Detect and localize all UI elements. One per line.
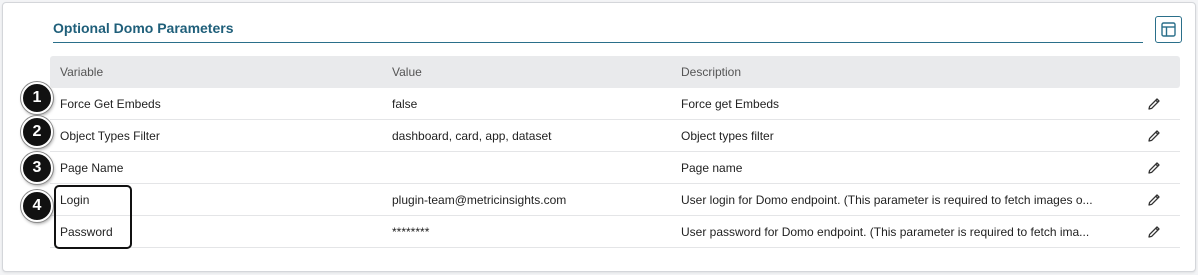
- pencil-icon[interactable]: [1146, 128, 1162, 144]
- step-badge-4: 4: [21, 190, 53, 222]
- variable-cell: Page Name: [60, 161, 124, 175]
- column-header-variable: Variable: [60, 65, 104, 79]
- pencil-icon[interactable]: [1146, 96, 1162, 112]
- value-cell: plugin-team@metricinsights.com: [392, 193, 567, 207]
- parameters-table: Variable Value Description Force Get Emb…: [50, 56, 1180, 248]
- variable-cell: Force Get Embeds: [60, 97, 161, 111]
- description-cell: User password for Domo endpoint. (This p…: [681, 225, 1090, 239]
- variable-cell: Object Types Filter: [60, 129, 160, 143]
- value-cell: false: [392, 97, 418, 111]
- section-title-text: Optional Domo Parameters: [53, 20, 234, 36]
- table-row: Object Types Filter dashboard, card, app…: [50, 120, 1180, 152]
- step-badge-1: 1: [21, 82, 53, 114]
- layout-toggle-button[interactable]: [1155, 16, 1182, 43]
- description-cell: User login for Domo endpoint. (This para…: [681, 193, 1093, 207]
- table-row: Force Get Embeds false Force get Embeds: [50, 88, 1180, 120]
- pencil-icon[interactable]: [1146, 192, 1162, 208]
- table-header: Variable Value Description: [50, 56, 1180, 88]
- table-layout-icon: [1161, 22, 1176, 37]
- column-header-value: Value: [392, 65, 422, 79]
- table-row: Password ******** User password for Domo…: [50, 216, 1180, 248]
- step-badge-2: 2: [21, 116, 53, 148]
- value-cell: dashboard, card, app, dataset: [392, 129, 552, 143]
- description-cell: Force get Embeds: [681, 97, 780, 111]
- section-title: Optional Domo Parameters: [53, 18, 1143, 43]
- value-cell: ********: [392, 225, 430, 239]
- description-cell: Page name: [681, 161, 743, 175]
- table-row: Page Name Page name: [50, 152, 1180, 184]
- table-row: Login plugin-team@metricinsights.com Use…: [50, 184, 1180, 216]
- description-cell: Object types filter: [681, 129, 774, 143]
- step-badge-3: 3: [21, 152, 53, 184]
- pencil-icon[interactable]: [1146, 160, 1162, 176]
- pencil-icon[interactable]: [1146, 224, 1162, 240]
- login-password-highlight-box: [54, 185, 132, 249]
- column-header-description: Description: [681, 65, 742, 79]
